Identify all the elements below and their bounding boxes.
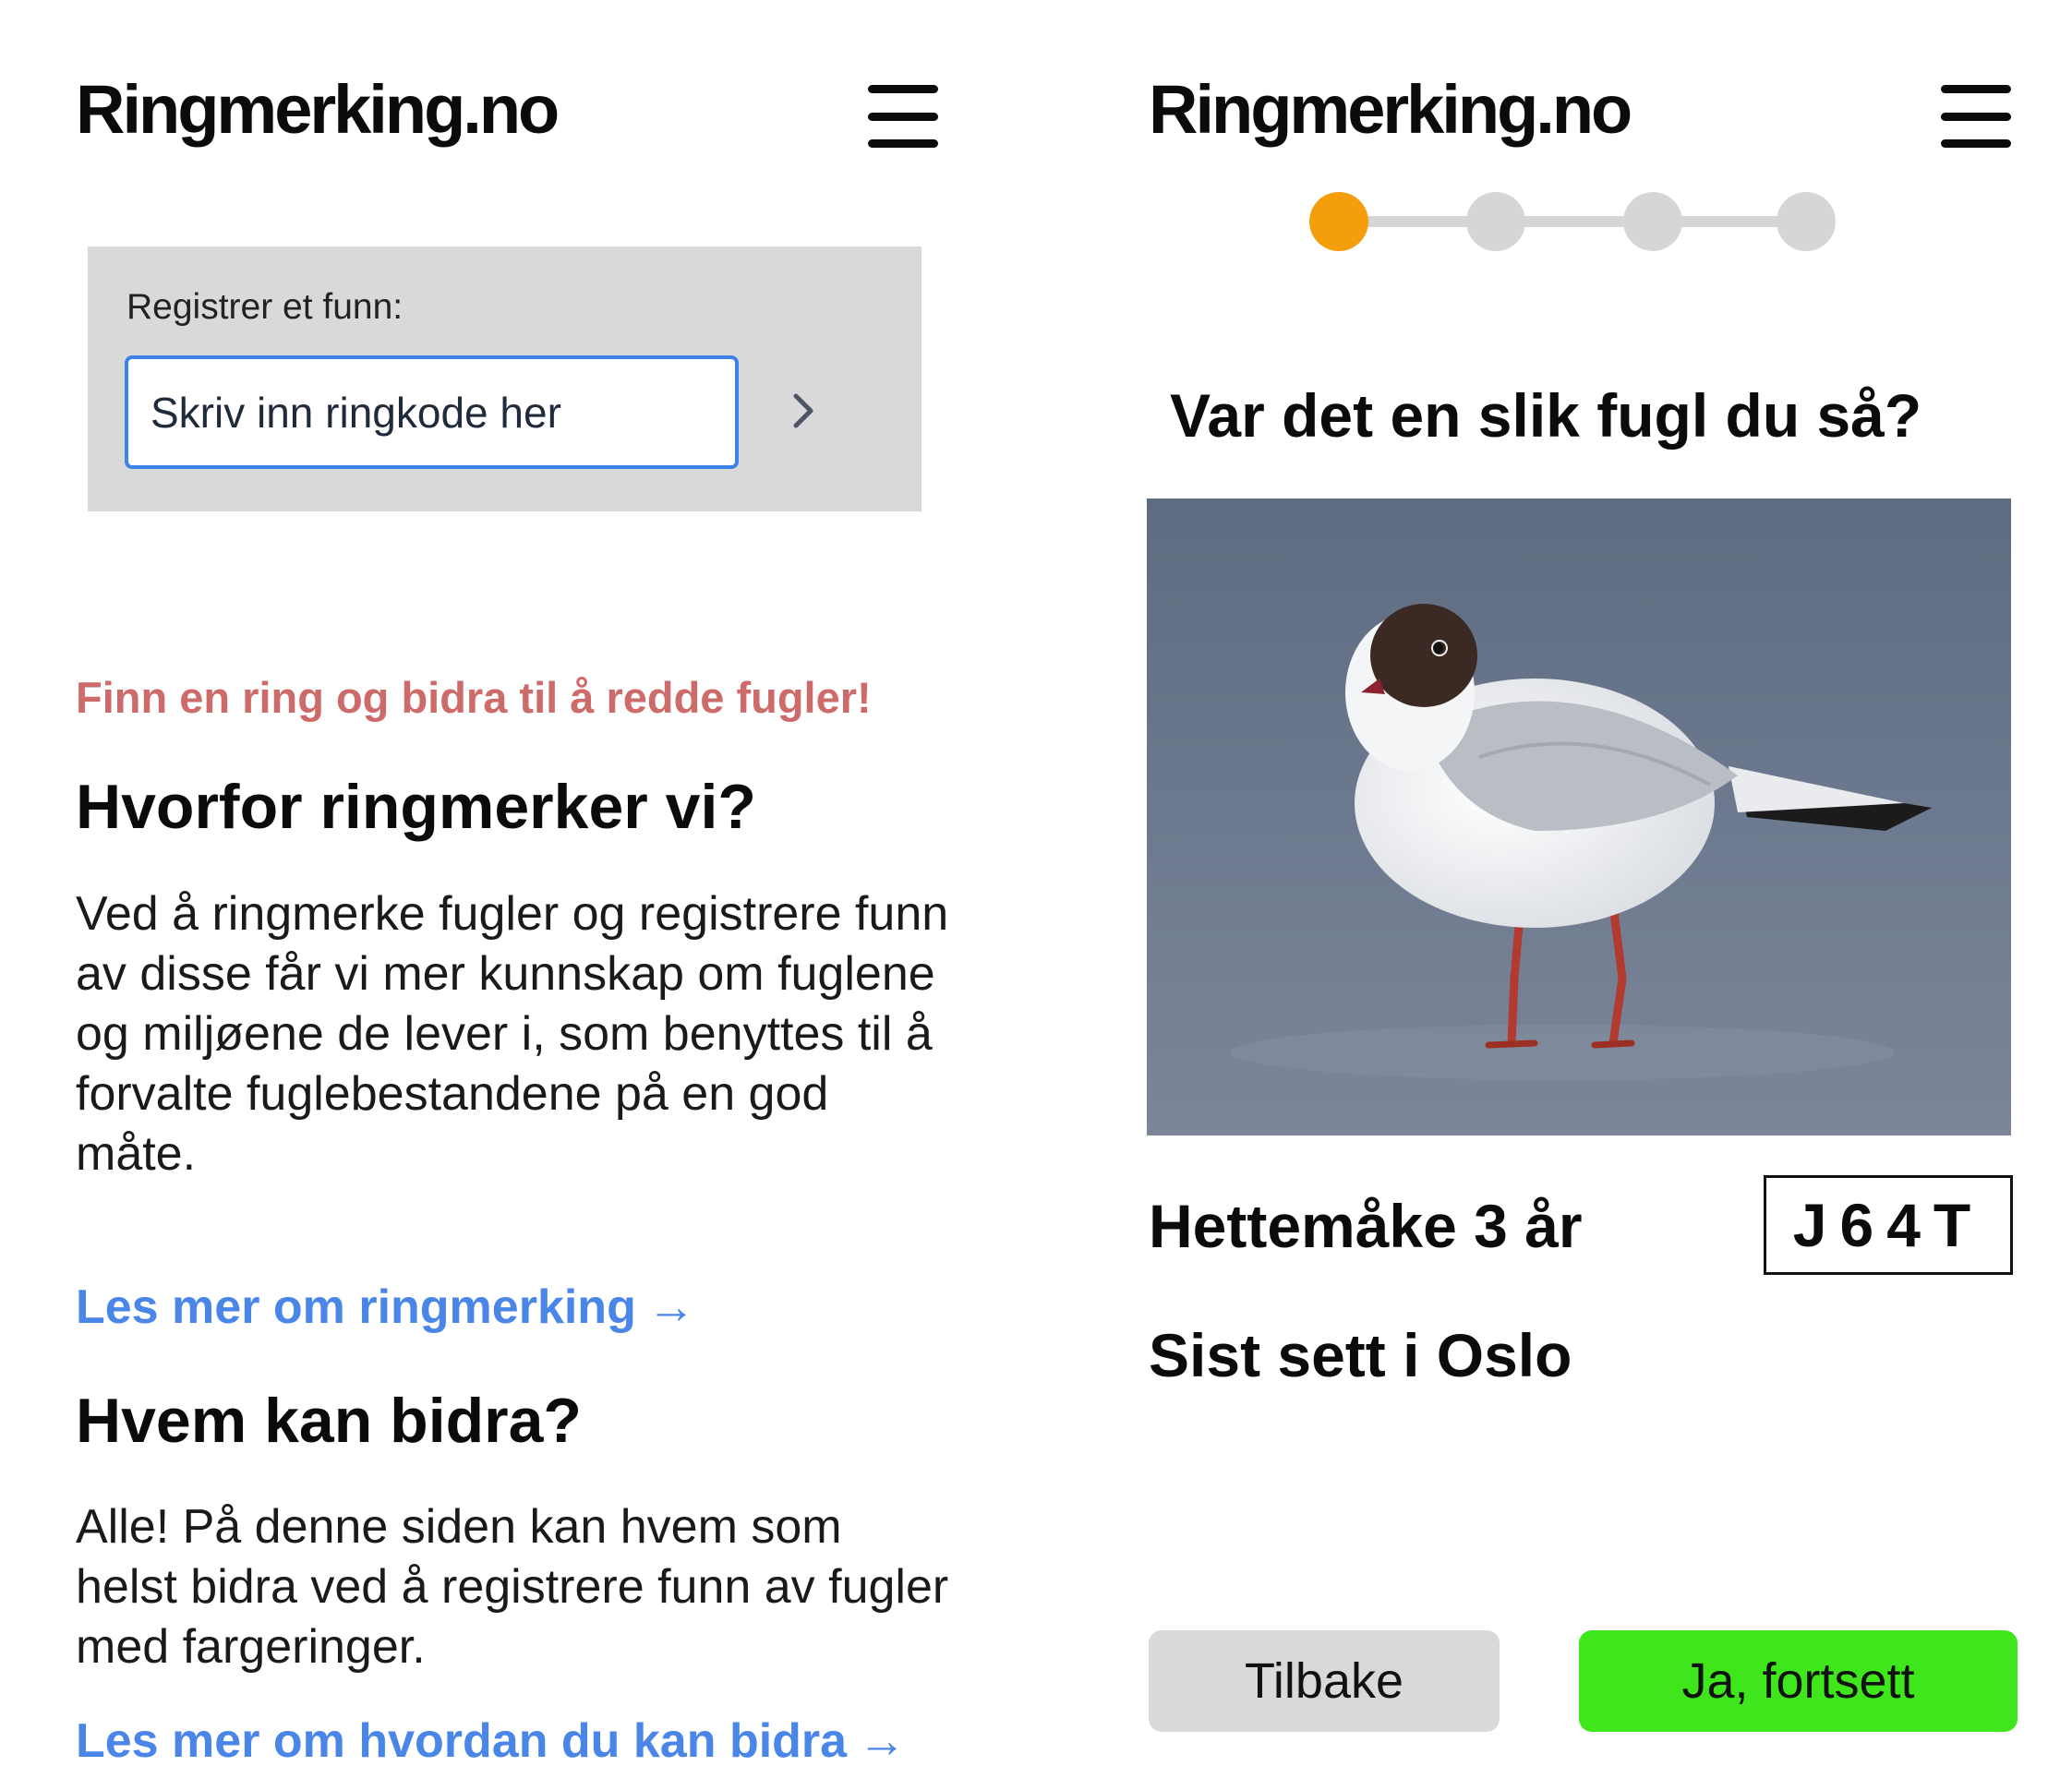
- why-heading: Hvorfor ringmerker vi?: [76, 772, 756, 842]
- arrow-right-icon: →: [646, 1280, 695, 1334]
- last-seen-location: Sist sett i Oslo: [1149, 1321, 1572, 1389]
- register-label: Registrer et funn:: [126, 287, 404, 327]
- confirm-bird-screen: Ringmerking.no Var det en slik fugl du s…: [1036, 0, 2072, 1790]
- back-button[interactable]: Tilbake: [1149, 1630, 1500, 1732]
- read-more-ringing-link[interactable]: Les mer om ringmerking →: [76, 1279, 695, 1335]
- logo[interactable]: Ringmerking.no: [76, 76, 560, 144]
- why-body: Ved å ringmerke fugler og registrere fun…: [76, 887, 949, 1181]
- ring-code-badge: J64T: [1764, 1175, 2013, 1275]
- continue-button[interactable]: Ja, fortsett: [1579, 1630, 2018, 1732]
- menu-icon[interactable]: [868, 85, 938, 148]
- step-4-dot: [1777, 192, 1836, 251]
- progress-stepper: [1309, 192, 1836, 251]
- tagline: Finn en ring og bidra til å redde fugler…: [76, 673, 872, 722]
- confirm-question: Var det en slik fugl du så?: [1170, 381, 1922, 450]
- read-more-contribute-label: Les mer om hvordan du kan bidra: [76, 1714, 848, 1768]
- register-find-panel: Registrer et funn:: [88, 246, 922, 511]
- stepper-track: [1337, 216, 1808, 227]
- logo[interactable]: Ringmerking.no: [1149, 76, 1632, 144]
- read-more-contribute-link[interactable]: Les mer om hvordan du kan bidra →: [76, 1713, 906, 1769]
- step-3-dot: [1623, 192, 1682, 251]
- arrow-right-icon: →: [858, 1714, 907, 1768]
- who-body: Alle! På denne siden kan hvem som helst …: [76, 1500, 949, 1674]
- ring-code-input[interactable]: [125, 355, 739, 469]
- step-1-dot: [1309, 192, 1368, 251]
- who-heading: Hvem kan bidra?: [76, 1386, 582, 1456]
- species-age: Hettemåke 3 år: [1149, 1192, 1583, 1260]
- chevron-right-icon[interactable]: [776, 383, 831, 438]
- step-2-dot: [1466, 192, 1525, 251]
- menu-icon[interactable]: [1941, 85, 2011, 148]
- read-more-ringing-label: Les mer om ringmerking: [76, 1280, 636, 1334]
- home-screen: Ringmerking.no Registrer et funn: Finn e…: [0, 0, 1036, 1790]
- bird-photo: [1147, 499, 2011, 1135]
